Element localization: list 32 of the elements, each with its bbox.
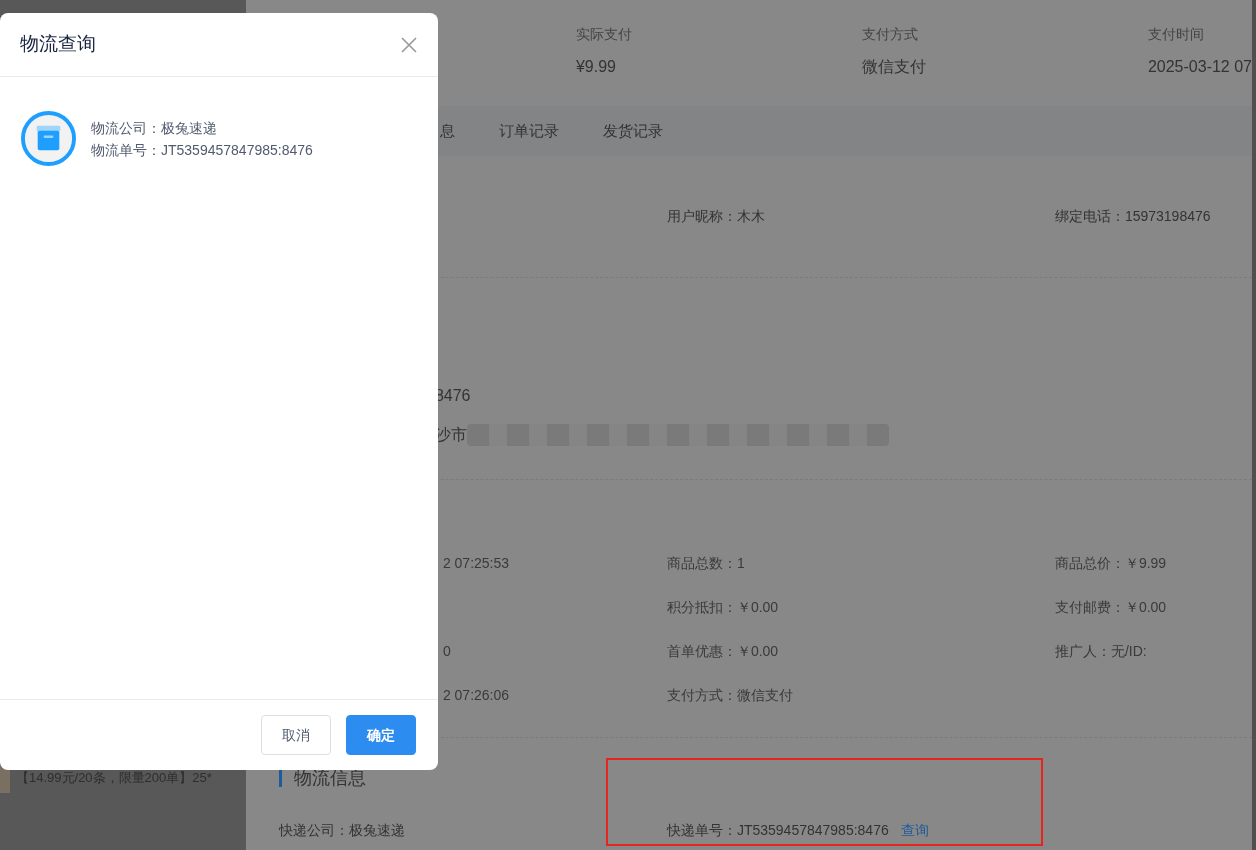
- logistics-number: 物流单号：JT5359457847985:8476: [91, 140, 313, 160]
- order-field: 支付方式：微信支付: [666, 684, 793, 706]
- courier-company: 快递公司：极兔速递: [278, 820, 406, 840]
- order-field: 商品总数：1: [666, 552, 745, 574]
- summary-label: 支付方式: [861, 25, 919, 44]
- summary-label: 支付时间: [1147, 25, 1205, 44]
- close-icon[interactable]: [400, 35, 418, 54]
- order-field: 推广人：无/ID:: [1054, 640, 1147, 662]
- logistics-company: 物流公司：极兔速递: [91, 118, 218, 138]
- summary-value: 2025-03-12 07: [1147, 57, 1252, 77]
- tracking-number: 快递单号：JT5359457847985:8476: [666, 820, 889, 840]
- order-field: 积分抵扣：￥0.00: [666, 596, 779, 618]
- tab[interactable]: 息: [439, 119, 455, 143]
- user-nickname: 用户昵称：木木: [666, 207, 766, 226]
- order-field: 支付邮费：￥0.00: [1054, 596, 1167, 618]
- summary-label: 实际支付: [575, 25, 633, 44]
- bound-phone: 绑定电话：15973198476: [1054, 207, 1212, 226]
- box-icon: [20, 110, 77, 167]
- order-field: 首单优惠：￥0.00: [666, 640, 779, 662]
- order-field: 2 07:26:06: [442, 684, 510, 706]
- tab[interactable]: 订单记录: [498, 119, 559, 143]
- dialog-title: 物流查询: [20, 32, 96, 57]
- query-link[interactable]: 查询: [900, 819, 929, 841]
- cancel-button[interactable]: 取消: [261, 715, 331, 755]
- tab[interactable]: 发货记录: [602, 119, 663, 143]
- confirm-button[interactable]: 确定: [346, 715, 416, 755]
- summary-value: 微信支付: [861, 57, 927, 77]
- order-field: 商品总价：￥9.99: [1054, 552, 1167, 574]
- order-field: 0: [442, 640, 451, 662]
- summary-value: ¥9.99: [575, 57, 617, 77]
- section-title: 物流信息: [293, 766, 366, 790]
- order-field: 2 07:25:53: [442, 552, 510, 574]
